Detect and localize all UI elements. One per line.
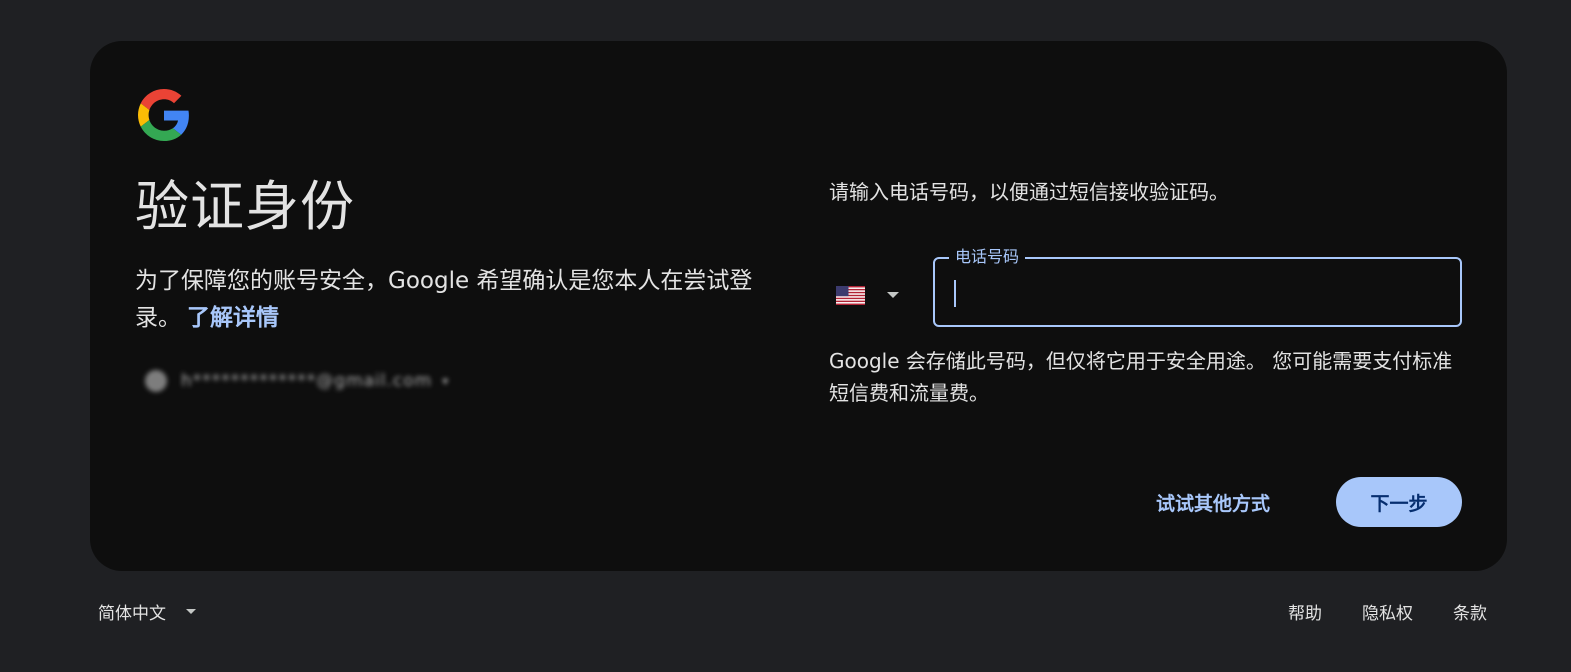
account-avatar-icon: [145, 370, 167, 392]
next-button[interactable]: 下一步: [1336, 477, 1462, 527]
verify-card: 验证身份 为了保障您的账号安全，Google 希望确认是您本人在尝试登录。 了解详…: [90, 41, 1507, 571]
phone-prompt: 请输入电话号码，以便通过短信接收验证码。: [829, 180, 1229, 204]
privacy-link[interactable]: 隐私权: [1362, 599, 1413, 624]
footer: 简体中文 帮助 隐私权 条款: [90, 592, 1507, 632]
text-cursor: [954, 280, 956, 307]
language-label: 简体中文: [98, 603, 166, 624]
phone-field-label: 电话号码: [949, 245, 1026, 269]
caret-down-icon: [887, 292, 899, 298]
page-description: 为了保障您的账号安全，Google 希望确认是您本人在尝试登录。 了解详情: [135, 263, 765, 337]
country-selector[interactable]: [836, 275, 926, 315]
phone-usage-note: Google 会存储此号码，但仅将它用于安全用途。 您可能需要支付标准短信费和流…: [829, 349, 1453, 405]
account-chip[interactable]: h*************@gmail.com ▾: [135, 359, 573, 403]
terms-link[interactable]: 条款: [1453, 599, 1487, 624]
caret-down-icon: [186, 608, 196, 614]
phone-number-input[interactable]: [953, 277, 1437, 309]
learn-more-link[interactable]: 了解详情: [187, 305, 279, 331]
google-logo-icon: [138, 89, 189, 141]
phone-number-field[interactable]: 电话号码: [933, 245, 1462, 327]
footer-links: 帮助 隐私权 条款: [1248, 592, 1487, 630]
language-selector[interactable]: 简体中文: [98, 592, 196, 630]
chevron-down-icon: ▾: [442, 374, 449, 388]
account-email: h*************@gmail.com: [181, 371, 433, 391]
us-flag-icon: [836, 285, 865, 305]
page-title: 验证身份: [135, 175, 355, 238]
help-link[interactable]: 帮助: [1288, 599, 1322, 624]
try-another-way-button[interactable]: 试试其他方式: [1140, 479, 1286, 525]
